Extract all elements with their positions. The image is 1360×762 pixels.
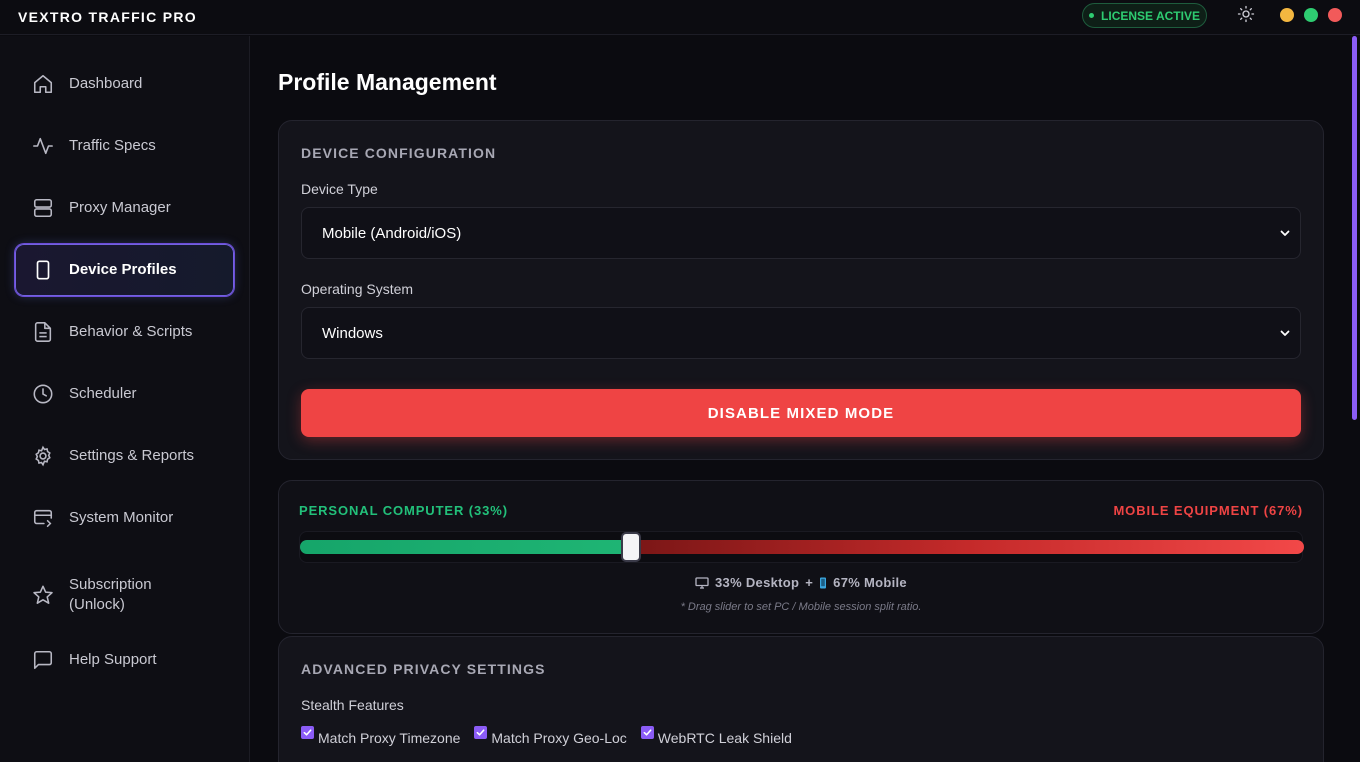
device-configuration-card: DEVICE CONFIGURATION Device Type Mobile … [278, 120, 1324, 460]
sidebar-item-scheduler[interactable]: Scheduler [15, 368, 234, 420]
home-icon [32, 73, 54, 95]
checkbox-checked-icon [640, 726, 654, 739]
split-hint: * Drag slider to set PC / Mobile session… [680, 601, 922, 613]
license-status-text: LICENSE ACTIVE [1101, 8, 1200, 23]
sidebar-item-help-support[interactable]: Help Support [15, 634, 234, 686]
monitor-icon [32, 507, 54, 529]
sun-icon [1237, 5, 1255, 23]
window-minimize-button[interactable] [1280, 8, 1294, 22]
window-close-button[interactable] [1328, 8, 1342, 22]
mobile-share-fill [631, 540, 1304, 554]
checkbox-label: Match Proxy Geo-Loc [491, 730, 627, 746]
desktop-icon [695, 576, 709, 589]
device-split-card: PERSONAL COMPUTER (33%) MOBILE EQUIPMENT… [278, 480, 1324, 634]
checkbox-checked-icon [301, 726, 314, 739]
sidebar-item-label: Proxy Manager [69, 199, 171, 216]
chevron-down-icon [1280, 230, 1290, 236]
checkbox-label: WebRTC Leak Shield [657, 730, 792, 746]
split-slider-handle[interactable] [621, 532, 641, 562]
device-configuration-title: DEVICE CONFIGURATION [301, 145, 497, 161]
sidebar-item-label: Dashboard [69, 75, 143, 92]
device-type-select[interactable]: Mobile (Android/iOS) [301, 207, 1301, 259]
split-summary-desktop: 33% Desktop [715, 575, 800, 590]
sidebar-item-label: Subscription (Unlock) [69, 576, 152, 613]
operating-system-select[interactable]: Windows [301, 307, 1301, 359]
advanced-privacy-card: ADVANCED PRIVACY SETTINGS Stealth Featur… [278, 636, 1324, 762]
app-title: VEXTRO TRAFFIC PRO [18, 9, 197, 25]
page-title: Profile Management [278, 69, 497, 95]
checkbox-label: Match Proxy Timezone [318, 730, 461, 746]
stealth-features-label: Stealth Features [301, 697, 404, 713]
main-scrollbar[interactable] [1352, 36, 1357, 420]
title-bar: VEXTRO TRAFFIC PRO LICENSE ACTIVE [0, 0, 1360, 35]
license-status-dot [1089, 13, 1095, 18]
mobile-icon [819, 577, 827, 589]
match-geo-loc-checkbox[interactable]: Match Proxy Geo-Loc [474, 725, 627, 746]
window-maximize-button[interactable] [1304, 8, 1318, 22]
sidebar-item-device-profiles[interactable]: Device Profiles [15, 244, 234, 296]
chevron-down-icon [1280, 330, 1290, 336]
sidebar-item-label: Device Profiles [69, 261, 177, 278]
message-square-icon [32, 649, 54, 671]
sidebar-item-subscription[interactable]: Subscription (Unlock) [15, 564, 234, 626]
disable-mixed-mode-button[interactable]: DISABLE MIXED MODE [301, 389, 1301, 437]
sidebar-item-behavior-scripts[interactable]: Behavior & Scripts [15, 306, 234, 358]
operating-system-label: Operating System [301, 281, 414, 297]
advanced-privacy-title: ADVANCED PRIVACY SETTINGS [301, 661, 546, 677]
stealth-features-list: Match Proxy Timezone Match Proxy Geo-Loc… [301, 725, 792, 746]
split-slider [299, 531, 1304, 563]
sidebar-item-traffic-specs[interactable]: Traffic Specs [15, 120, 234, 172]
webrtc-leak-shield-checkbox[interactable]: WebRTC Leak Shield [640, 725, 792, 746]
sidebar: Dashboard Traffic Specs Proxy Manager De… [0, 36, 250, 762]
split-summary-mobile: 67% Mobile [833, 575, 907, 590]
sidebar-item-system-monitor[interactable]: System Monitor [15, 492, 234, 544]
operating-system-value: Windows [322, 324, 383, 342]
device-type-label: Device Type [301, 181, 378, 197]
file-text-icon [32, 321, 54, 343]
sidebar-item-label: Scheduler [69, 385, 137, 402]
sidebar-item-label: Help Support [69, 651, 157, 668]
sidebar-item-proxy-manager[interactable]: Proxy Manager [15, 182, 234, 234]
clock-icon [32, 383, 54, 405]
split-summary: 33% Desktop + 67% Mobile [279, 575, 1323, 590]
activity-icon [32, 135, 54, 157]
app-window: VEXTRO TRAFFIC PRO LICENSE ACTIVE Dashbo… [0, 0, 1360, 762]
sidebar-item-label: System Monitor [69, 509, 174, 526]
server-icon [32, 197, 54, 219]
main-content: Profile Management DEVICE CONFIGURATION … [251, 36, 1360, 762]
pc-share-fill [300, 540, 631, 554]
theme-toggle-button[interactable] [1236, 4, 1256, 24]
sidebar-item-settings-reports[interactable]: Settings & Reports [15, 430, 234, 482]
split-summary-plus: + [805, 575, 814, 590]
gear-icon [32, 445, 54, 467]
smartphone-icon [32, 259, 54, 281]
sidebar-item-label: Traffic Specs [69, 137, 156, 154]
sidebar-item-dashboard[interactable]: Dashboard [15, 58, 234, 110]
split-slider-track[interactable] [300, 540, 1304, 554]
license-status-badge: LICENSE ACTIVE [1082, 3, 1207, 28]
star-icon [32, 584, 54, 606]
sidebar-item-label: Settings & Reports [69, 447, 195, 464]
checkbox-checked-icon [474, 726, 488, 739]
match-timezone-checkbox[interactable]: Match Proxy Timezone [301, 725, 460, 746]
sidebar-item-label: Behavior & Scripts [69, 323, 193, 340]
device-type-value: Mobile (Android/iOS) [322, 224, 462, 242]
pc-share-label: PERSONAL COMPUTER (33%) [299, 503, 508, 518]
mobile-share-label: MOBILE EQUIPMENT (67%) [1113, 503, 1303, 518]
